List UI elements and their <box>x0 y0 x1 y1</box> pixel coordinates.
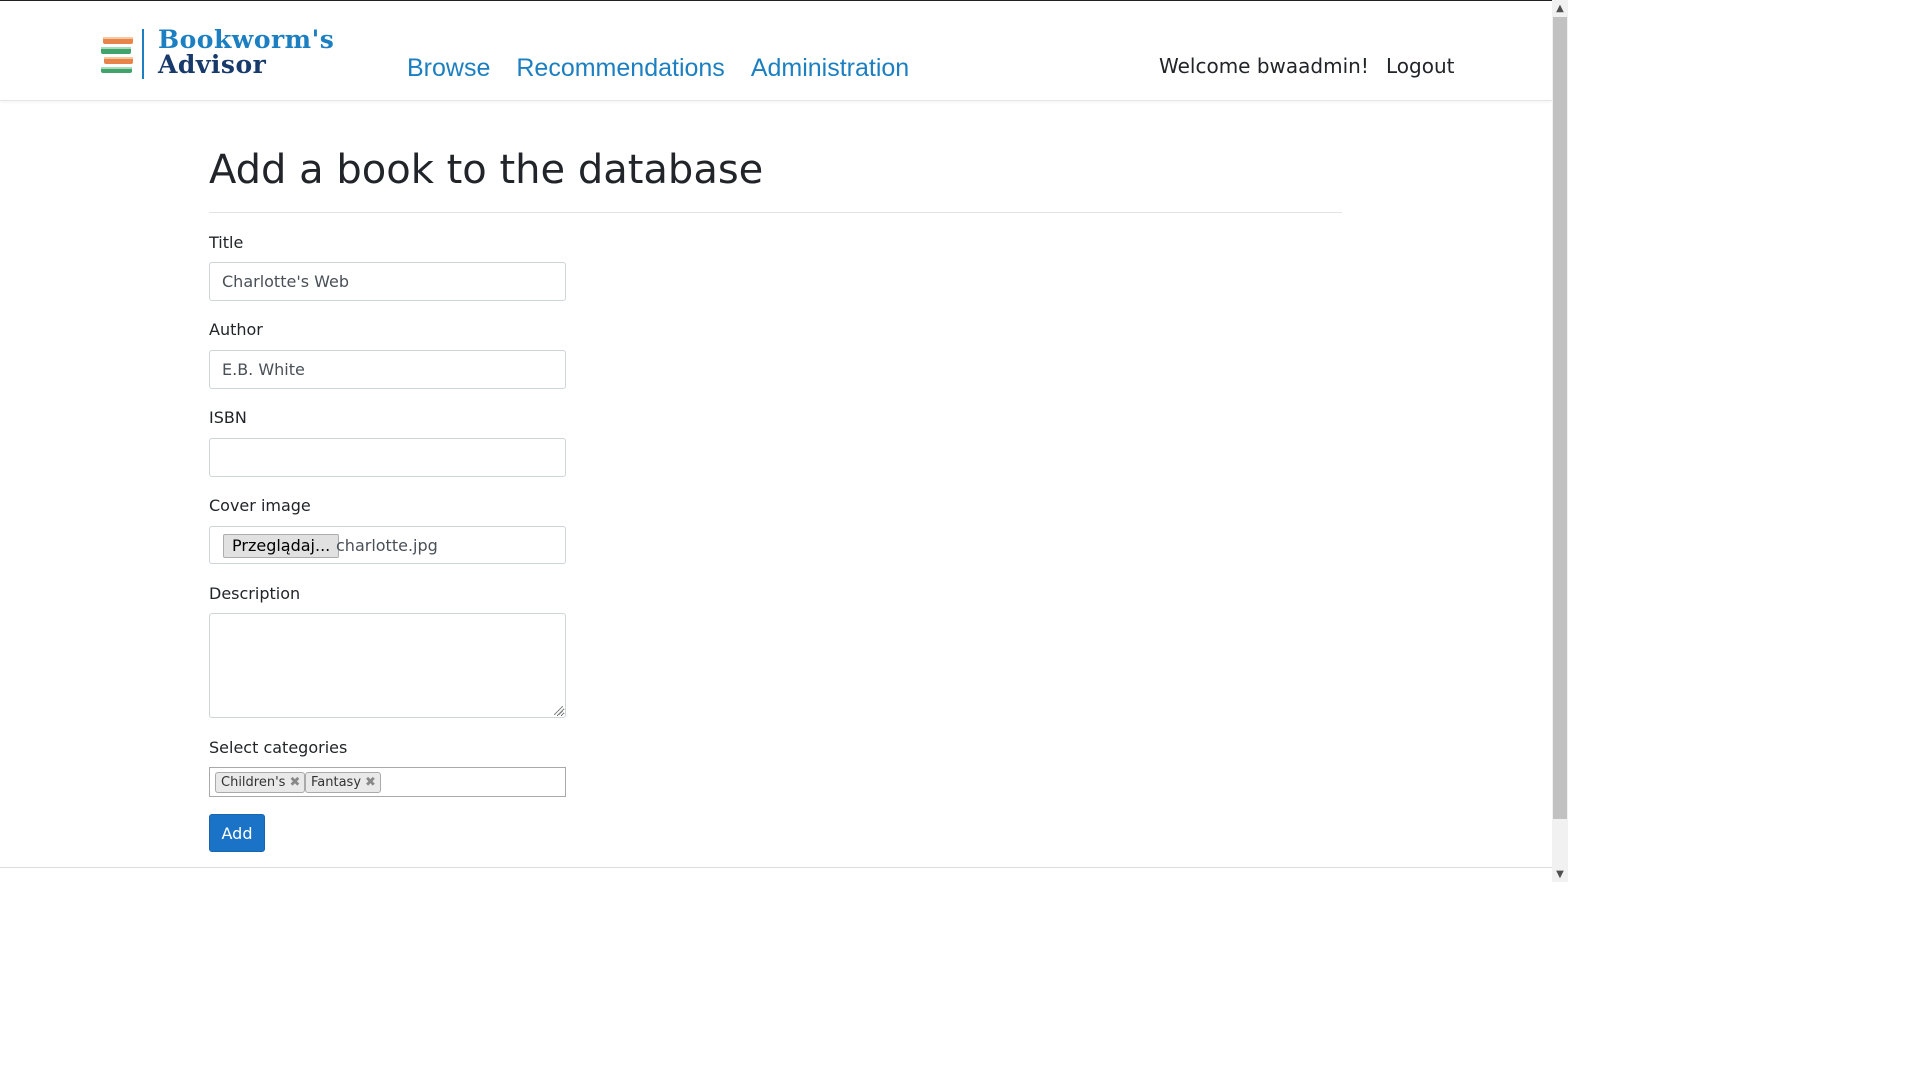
description-textarea[interactable] <box>209 613 566 718</box>
remove-tag-icon[interactable]: ✖ <box>289 773 300 792</box>
vertical-scrollbar[interactable]: ▲ ▼ <box>1552 0 1568 882</box>
selected-file-name: charlotte.jpg <box>336 536 438 555</box>
isbn-input[interactable] <box>209 438 566 477</box>
scroll-down-arrow-icon[interactable]: ▼ <box>1552 866 1568 882</box>
logo-line-1: Bookworm's <box>158 25 335 54</box>
remove-tag-icon[interactable]: ✖ <box>365 773 376 792</box>
nav-recommendations[interactable]: Recommendations <box>516 53 724 83</box>
logo-divider <box>142 29 144 79</box>
logout-link[interactable]: Logout <box>1386 53 1454 79</box>
logo-line-2: Advisor <box>158 50 267 79</box>
resize-handle-icon[interactable] <box>554 706 563 715</box>
site-logo[interactable]: Bookworm's Advisor <box>100 27 345 81</box>
category-tag-label: Children's <box>221 775 286 790</box>
scrollbar-thumb[interactable] <box>1553 17 1567 819</box>
footer-divider <box>0 867 1552 868</box>
title-label: Title <box>209 233 244 252</box>
author-label: Author <box>209 320 263 339</box>
main-nav: Browse Recommendations Administration <box>407 53 909 83</box>
categories-label: Select categories <box>209 738 348 757</box>
logo-wordmark: Bookworm's Advisor <box>158 27 334 77</box>
category-tag: Children's ✖ <box>215 772 306 793</box>
description-label: Description <box>209 584 301 603</box>
nav-administration[interactable]: Administration <box>751 53 909 83</box>
site-header: Bookworm's Advisor Browse Recommendation… <box>0 1 1552 101</box>
cover-image-file-input[interactable]: Przeglądaj... charlotte.jpg <box>209 526 566 564</box>
page-title: Add a book to the database <box>209 147 764 193</box>
title-input[interactable] <box>209 262 566 301</box>
category-tag: Fantasy ✖ <box>305 772 381 793</box>
scroll-up-arrow-icon[interactable]: ▲ <box>1552 0 1568 16</box>
books-logo-icon <box>101 37 133 73</box>
browse-file-button[interactable]: Przeglądaj... <box>223 534 340 558</box>
category-tag-label: Fantasy <box>311 775 362 790</box>
author-input[interactable] <box>209 350 566 389</box>
category-multiselect[interactable]: Children's ✖ Fantasy ✖ <box>209 767 566 797</box>
nav-browse[interactable]: Browse <box>407 53 490 83</box>
title-divider <box>209 212 1342 213</box>
cover-image-label: Cover image <box>209 496 311 515</box>
add-button[interactable]: Add <box>209 814 265 852</box>
welcome-message: Welcome bwaadmin! <box>1159 54 1369 78</box>
isbn-label: ISBN <box>209 408 247 427</box>
